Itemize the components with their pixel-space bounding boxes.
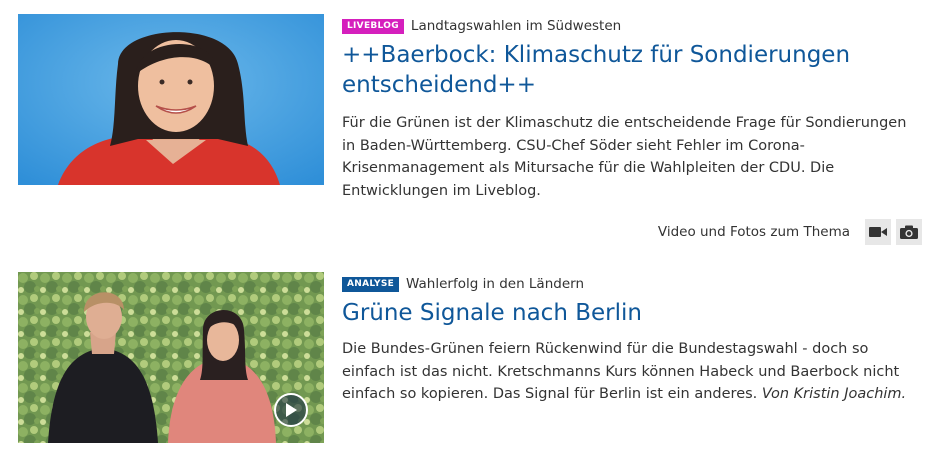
headline-link[interactable]: ++Baerbock: Klimaschutz für Sondierungen… [342, 40, 922, 100]
related-media-row: Video und Fotos zum Thema [658, 219, 922, 245]
teaser-analyse: ANALYSE Wahlerfolg in den Ländern Grüne … [18, 272, 922, 447]
kicker: LIVEBLOG Landtagswahlen im Südwesten [342, 17, 922, 35]
video-camera-icon[interactable] [865, 219, 891, 245]
author-byline: Von Kristin Joachim. [761, 386, 907, 402]
play-icon[interactable] [274, 393, 308, 427]
liveblog-badge: LIVEBLOG [342, 18, 404, 34]
teaser-description: Die Bundes-Grünen feiern Rückenwind für … [342, 338, 922, 406]
teaser-image-baerbock[interactable] [18, 14, 324, 185]
photo-camera-icon[interactable] [896, 219, 922, 245]
headline-link[interactable]: Grüne Signale nach Berlin [342, 298, 922, 328]
teaser-liveblog: LIVEBLOG Landtagswahlen im Südwesten ++B… [18, 14, 922, 254]
kicker-text: Landtagswahlen im Südwesten [410, 18, 622, 34]
kicker-text: Wahlerfolg in den Ländern [406, 276, 585, 292]
related-media-label[interactable]: Video und Fotos zum Thema [658, 224, 850, 240]
analyse-badge: ANALYSE [342, 276, 400, 292]
teaser-description: Für die Grünen ist der Klimaschutz die e… [342, 115, 907, 199]
kicker: ANALYSE Wahlerfolg in den Ländern [342, 275, 922, 293]
teaser-image-habeck-baerbock[interactable] [18, 272, 324, 443]
teaser-text: ANALYSE Wahlerfolg in den Ländern Grüne … [342, 272, 922, 406]
teaser-text: LIVEBLOG Landtagswahlen im Südwesten ++B… [342, 14, 922, 202]
